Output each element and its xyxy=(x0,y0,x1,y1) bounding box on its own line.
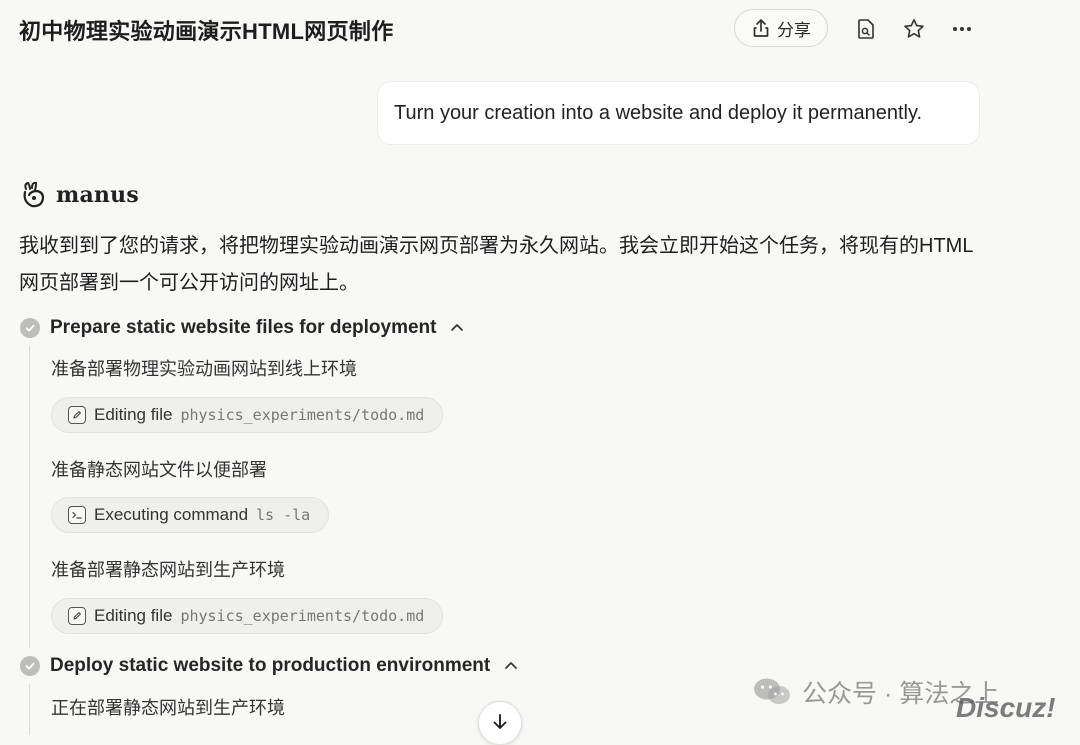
wechat-icon xyxy=(754,678,790,704)
more-icon xyxy=(953,27,971,31)
assistant-reply: 我收到到了您的请求，将把物理实验动画演示网页部署为永久网站。我会立即开始这个任务… xyxy=(19,235,974,294)
action-label: Executing command xyxy=(94,505,249,524)
more-button[interactable] xyxy=(949,16,975,42)
substep-text: 准备部署物理实验动画网站到线上环境 xyxy=(51,359,357,379)
check-icon xyxy=(20,656,40,676)
watermark-site: Discuz! xyxy=(956,692,1056,723)
edit-file-icon xyxy=(68,406,86,424)
action-argument: ls -la xyxy=(256,506,311,524)
action-label: Editing file xyxy=(94,606,173,625)
action-argument: physics_experiments/todo.md xyxy=(180,607,425,625)
favorite-button[interactable] xyxy=(901,16,927,42)
check-icon xyxy=(20,318,40,338)
page-title: 初中物理实验动画演示HTML网页制作 xyxy=(19,19,394,44)
file-search-icon xyxy=(858,19,874,39)
terminal-icon xyxy=(68,506,86,524)
star-icon xyxy=(904,19,924,38)
edit-file-icon xyxy=(68,607,86,625)
step-header[interactable]: Prepare static website files for deploym… xyxy=(20,317,466,339)
action-label: Editing file xyxy=(94,405,173,424)
arrow-down-icon xyxy=(493,714,507,729)
action-chip[interactable]: Editing file physics_experiments/todo.md xyxy=(51,397,444,433)
user-message: Turn your creation into a website and de… xyxy=(377,81,980,145)
step-rail xyxy=(29,346,30,648)
share-label: 分享 xyxy=(777,20,811,40)
action-chip[interactable]: Editing file physics_experiments/todo.md xyxy=(51,598,444,634)
file-search-button[interactable] xyxy=(853,16,879,42)
step-rail xyxy=(29,684,30,735)
substep-text: 正在部署静态网站到生产环境 xyxy=(51,698,285,718)
action-chip[interactable]: Executing command ls -la xyxy=(51,497,330,533)
scroll-down-button[interactable] xyxy=(478,701,522,745)
share-icon xyxy=(753,19,769,37)
step-title: Deploy static website to production envi… xyxy=(50,655,491,676)
substep-text: 准备部署静态网站到生产环境 xyxy=(51,560,285,580)
manus-logo-icon xyxy=(23,181,45,208)
share-button[interactable]: 分享 xyxy=(734,9,828,47)
substep-text: 准备静态网站文件以便部署 xyxy=(51,460,267,480)
step-header[interactable]: Deploy static website to production envi… xyxy=(20,655,520,677)
step-title: Prepare static website files for deploym… xyxy=(50,317,437,338)
action-argument: physics_experiments/todo.md xyxy=(180,406,425,424)
chevron-up-icon[interactable] xyxy=(502,657,520,675)
chevron-up-icon[interactable] xyxy=(448,319,466,337)
assistant-header: manus xyxy=(20,180,139,210)
assistant-name: manus xyxy=(56,182,139,208)
